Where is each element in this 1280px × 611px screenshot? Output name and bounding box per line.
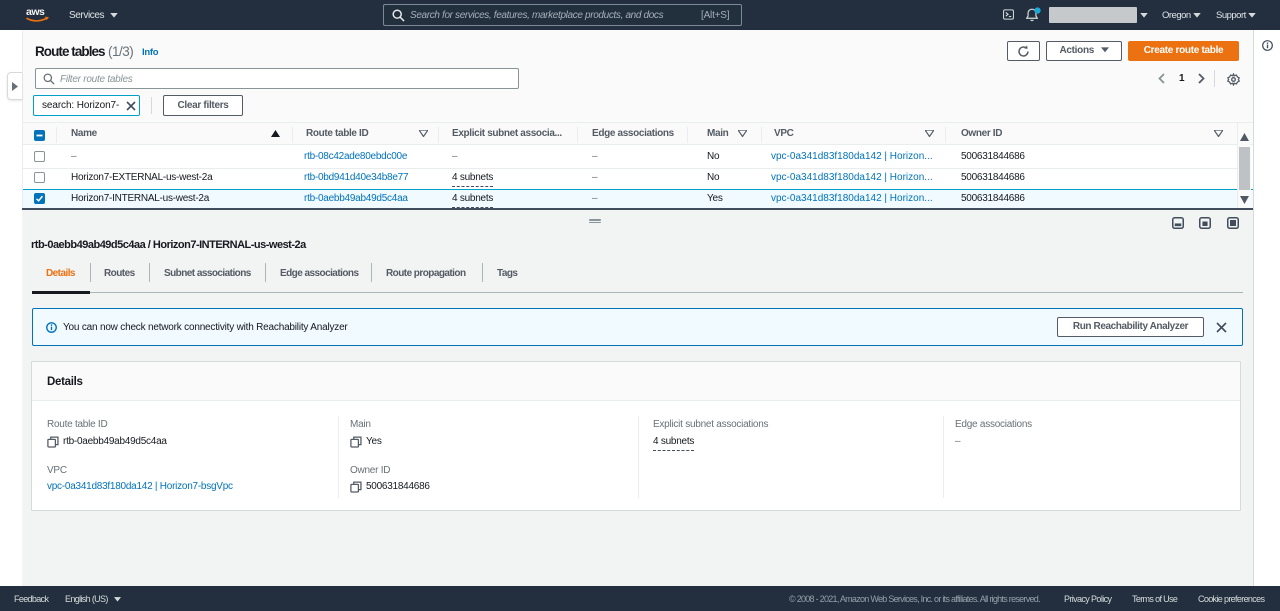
svg-text:aws: aws <box>26 6 45 18</box>
